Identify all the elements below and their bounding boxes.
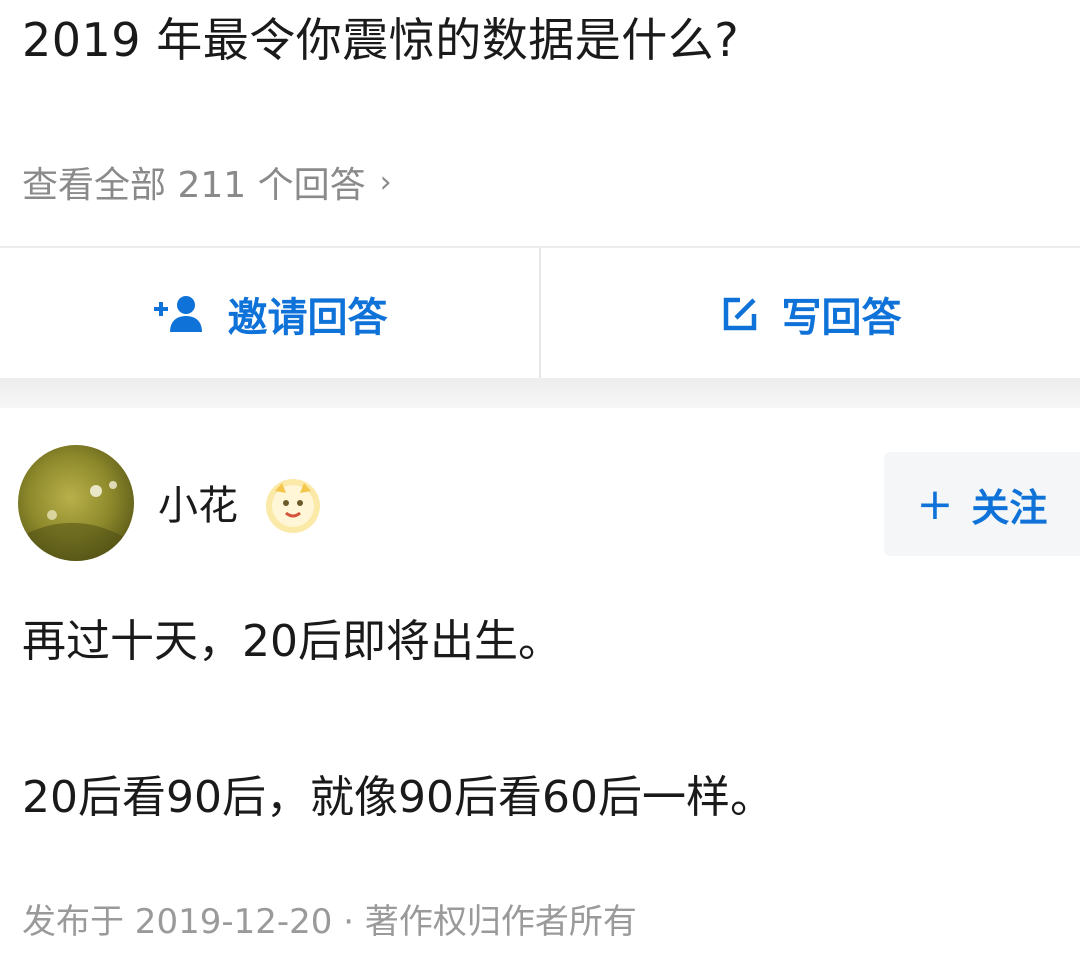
author-avatar[interactable] [18,445,134,561]
invite-answer-button[interactable]: 邀请回答 [0,248,539,380]
answer-page: 2019 年最令你震惊的数据是什么? 查看全部 211 个回答 › 邀请回答 写… [0,0,1080,954]
follow-button[interactable]: + 关注 [884,452,1080,556]
write-answer-button[interactable]: 写回答 [541,248,1080,380]
section-separator [0,378,1080,408]
action-bar: 邀请回答 写回答 [0,246,1080,380]
answer-paragraph: 20后看90后，就像90后看60后一样。 [22,772,774,823]
question-title[interactable]: 2019 年最令你震惊的数据是什么? [22,4,739,76]
chevron-right-icon: › [379,164,392,200]
answer-paragraph: 再过十天，20后即将出生。 [22,616,562,667]
follow-label: 关注 [971,485,1048,530]
view-all-answers-link[interactable]: 查看全部 211 个回答 › [22,152,392,212]
avatar-image [28,481,124,561]
add-user-icon [153,296,202,332]
write-answer-label: 写回答 [781,295,902,341]
view-all-label: 查看全部 211 个回答 [22,165,366,206]
author-name[interactable]: 小花 [158,478,238,534]
answer-meta: 发布于 2019-12-20 · 著作权归作者所有 [22,902,637,942]
plus-icon: + [916,478,954,530]
edit-icon [723,297,756,331]
invite-answer-label: 邀请回答 [227,295,388,341]
author-badge-icon [266,479,320,533]
